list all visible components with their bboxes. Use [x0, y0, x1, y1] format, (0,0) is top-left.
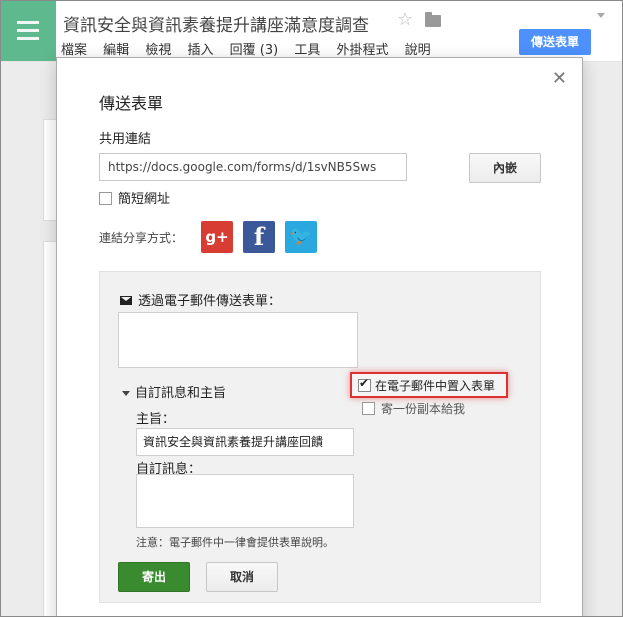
folder-icon[interactable] — [425, 12, 441, 27]
send-form-dialog: ✕ 傳送表單 共用連結 https://docs.google.com/form… — [56, 57, 583, 616]
google-plus-icon[interactable]: g+ — [201, 221, 233, 253]
shorten-url-checkbox-row[interactable]: 簡短網址 — [99, 188, 170, 207]
include-form-checkbox-row[interactable]: 在電子郵件中置入表單 — [358, 376, 496, 394]
email-panel: 透過電子郵件傳送表單： 自訂訊息和主旨 在電子郵件中置入表單 寄一份副本給我 主… — [99, 271, 541, 603]
star-icon[interactable]: ☆ — [397, 9, 413, 30]
embed-button[interactable]: 內嵌 — [469, 153, 541, 183]
subject-label: 主旨： — [136, 412, 176, 427]
include-form-label: 在電子郵件中置入表單 — [375, 379, 496, 393]
subject-input[interactable]: 資訊安全與資訊素養提升講座回饋 — [136, 428, 354, 456]
email-recipients-input[interactable] — [118, 312, 358, 368]
send-copy-checkbox-row[interactable]: 寄一份副本給我 — [362, 400, 465, 417]
close-icon[interactable]: ✕ — [552, 68, 567, 89]
menu-addons[interactable]: 外掛程式 — [336, 43, 388, 58]
cancel-button[interactable]: 取消 — [206, 562, 278, 592]
app-header: 資訊安全與資訊素養提升講座滿意度調查 ☆ 檔案 編輯 檢視 插入 回覆 (3) … — [1, 1, 622, 62]
email-section-label: 透過電子郵件傳送表單： — [138, 294, 282, 309]
triangle-down-icon — [122, 391, 130, 396]
twitter-icon[interactable]: 🐦 — [285, 221, 317, 253]
share-via-label: 連結分享方式： — [99, 231, 184, 245]
menu-tools[interactable]: 工具 — [294, 43, 320, 58]
send-button[interactable]: 寄出 — [118, 562, 190, 592]
menu-view[interactable]: 檢視 — [145, 43, 171, 58]
screenshot-frame: 資訊安全與資訊素養提升講座滿意度調查 ☆ 檔案 編輯 檢視 插入 回覆 (3) … — [0, 0, 623, 617]
menu-help[interactable]: 說明 — [405, 43, 431, 58]
send-form-button[interactable]: 傳送表單 — [519, 29, 591, 55]
menu-insert[interactable]: 插入 — [187, 43, 213, 58]
menu-bar: 檔案 編輯 檢視 插入 回覆 (3) 工具 外掛程式 說明 — [61, 39, 443, 58]
send-copy-checkbox[interactable] — [362, 402, 375, 415]
menu-edit[interactable]: 編輯 — [103, 43, 129, 58]
custom-message-toggle-label: 自訂訊息和主旨 — [135, 386, 227, 401]
menu-responses[interactable]: 回覆 (3) — [230, 43, 279, 58]
shorten-url-label: 簡短網址 — [118, 192, 171, 207]
share-link-input[interactable]: https://docs.google.com/forms/d/1svNB5Sw… — [99, 153, 407, 181]
doc-title[interactable]: 資訊安全與資訊素養提升講座滿意度調查 — [63, 11, 369, 36]
send-copy-label: 寄一份副本給我 — [381, 402, 466, 416]
dialog-title: 傳送表單 — [99, 94, 164, 113]
email-note: 注意：電子郵件中一律會提供表單說明。 — [136, 536, 334, 549]
envelope-icon — [120, 296, 132, 305]
facebook-icon[interactable]: f — [243, 221, 275, 253]
collapse-arrow-icon[interactable] — [597, 13, 605, 18]
menu-file[interactable]: 檔案 — [61, 43, 87, 58]
email-section-header: 透過電子郵件傳送表單： — [120, 290, 281, 309]
include-form-highlight: 在電子郵件中置入表單 — [350, 372, 508, 398]
forms-logo-icon[interactable] — [1, 1, 56, 61]
custom-message-toggle[interactable]: 自訂訊息和主旨 — [122, 382, 226, 401]
share-link-label: 共用連結 — [99, 132, 152, 147]
include-form-checkbox[interactable] — [358, 376, 371, 392]
shorten-url-checkbox[interactable] — [99, 192, 112, 205]
custom-message-input[interactable] — [136, 474, 354, 528]
